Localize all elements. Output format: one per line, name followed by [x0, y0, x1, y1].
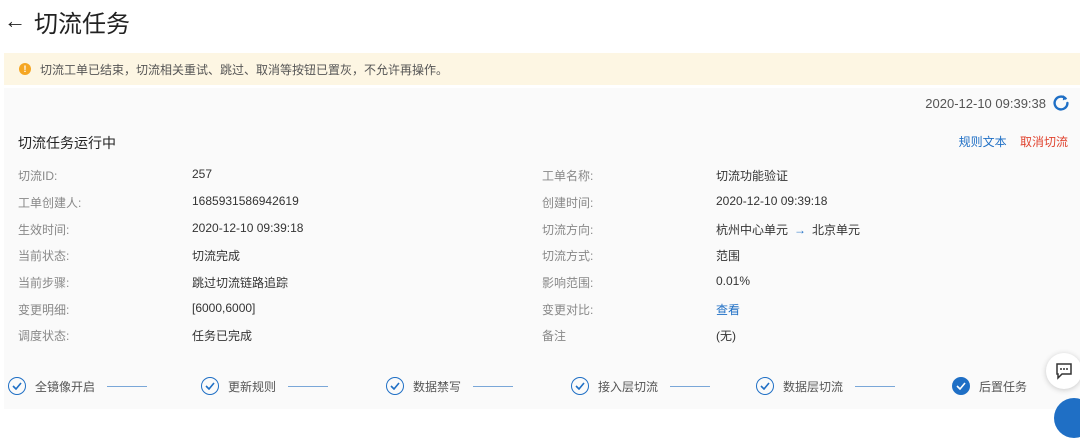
field-label-remark: 备注 [542, 329, 567, 343]
field-value-create-time: 2020-12-10 09:39:18 [716, 194, 828, 208]
field-value-schedule-status: 任务已完成 [192, 329, 253, 343]
arrow-left-icon[interactable]: ← [4, 10, 26, 32]
step-item: 全镜像开启 [8, 377, 148, 395]
field-value-order-name: 切流功能验证 [716, 169, 789, 183]
step-item: 数据层切流 [756, 377, 896, 395]
refresh-icon[interactable] [1050, 92, 1072, 114]
check-icon [201, 377, 219, 395]
page-header: ← 切流任务 [4, 2, 130, 40]
field-value-current-step: 跳过切流链路追踪 [192, 276, 289, 290]
check-icon [952, 377, 970, 395]
field-value-effective-time: 2020-12-10 09:39:18 [192, 221, 304, 235]
step-item: 接入层切流 [571, 377, 711, 395]
field-label-direction: 切流方向: [542, 223, 594, 237]
cancel-switch-link[interactable]: 取消切流 [1020, 135, 1068, 149]
check-icon [386, 377, 404, 395]
field-label-change-detail: 变更明细: [18, 303, 70, 317]
check-icon [8, 377, 26, 395]
field-label-impact-scope: 影响范围: [542, 276, 594, 290]
rule-text-link[interactable]: 规则文本 [959, 135, 1007, 149]
step-connector [670, 385, 711, 387]
field-label-order-name: 工单名称: [542, 169, 594, 183]
field-label-change-compare: 变更对比: [542, 303, 594, 317]
step-label: 全镜像开启 [35, 379, 96, 394]
direction-source: 杭州中心单元 [716, 223, 789, 237]
step-label: 后置任务 [979, 379, 1028, 394]
field-value-impact-scope: 0.01% [716, 274, 751, 288]
warning-alert: ! 切流工单已结束，切流相关重试、跳过、取消等按钮已置灰，不允许再操作。 [4, 53, 1080, 85]
step-connector [855, 385, 896, 387]
step-label: 接入层切流 [598, 379, 659, 394]
step-item-current: 后置任务 [952, 377, 1027, 395]
step-connector [288, 385, 329, 387]
warning-icon: ! [19, 63, 31, 75]
last-updated-timestamp: 2020-12-10 09:39:38 [925, 96, 1046, 111]
view-compare-link[interactable]: 查看 [716, 301, 740, 318]
alert-text: 切流工单已结束，切流相关重试、跳过、取消等按钮已置灰，不允许再操作。 [40, 62, 449, 77]
field-value-switch-id: 257 [192, 167, 213, 181]
step-label: 更新规则 [228, 379, 277, 394]
field-label-method: 切流方式: [542, 249, 594, 263]
field-value-remark: (无) [716, 329, 736, 343]
step-label: 数据层切流 [783, 379, 844, 394]
field-label-switch-id: 切流ID: [18, 169, 58, 183]
field-label-current-status: 当前状态: [18, 249, 70, 263]
field-value-change-detail: [6000,6000] [192, 301, 256, 315]
field-value-direction: 杭州中心单元 → 北京单元 [716, 221, 860, 238]
field-value-method: 范围 [716, 249, 741, 263]
check-icon [756, 377, 774, 395]
field-label-effective-time: 生效时间: [18, 223, 70, 237]
floating-action-button[interactable] [1054, 398, 1080, 438]
page-title: 切流任务 [34, 10, 130, 38]
step-item: 数据禁写 [386, 377, 514, 395]
step-item: 更新规则 [201, 377, 329, 395]
direction-target: 北京单元 [812, 223, 861, 237]
field-value-creator: 1685931586942619 [192, 194, 299, 208]
card-actions: 规则文本 取消切流 [949, 133, 1068, 150]
field-label-create-time: 创建时间: [542, 196, 594, 210]
task-card: 2020-12-10 09:39:38 切流任务运行中 规则文本 取消切流 切流… [4, 88, 1080, 438]
step-progress: 全镜像开启 更新规则 数据禁写 接入层切流 数据层切流 后置任务 [4, 377, 1080, 409]
field-value-current-status: 切流完成 [192, 249, 241, 263]
task-status-title: 切流任务运行中 [18, 135, 116, 151]
field-label-creator: 工单创建人: [18, 196, 82, 210]
field-label-current-step: 当前步骤: [18, 276, 70, 290]
step-label: 数据禁写 [413, 379, 462, 394]
arrow-right-icon: → [794, 223, 807, 237]
field-label-schedule-status: 调度状态: [18, 329, 70, 343]
step-connector [473, 385, 514, 387]
chat-icon [1056, 363, 1072, 380]
step-connector [107, 385, 148, 387]
chat-button[interactable] [1046, 353, 1080, 389]
check-icon [571, 377, 589, 395]
